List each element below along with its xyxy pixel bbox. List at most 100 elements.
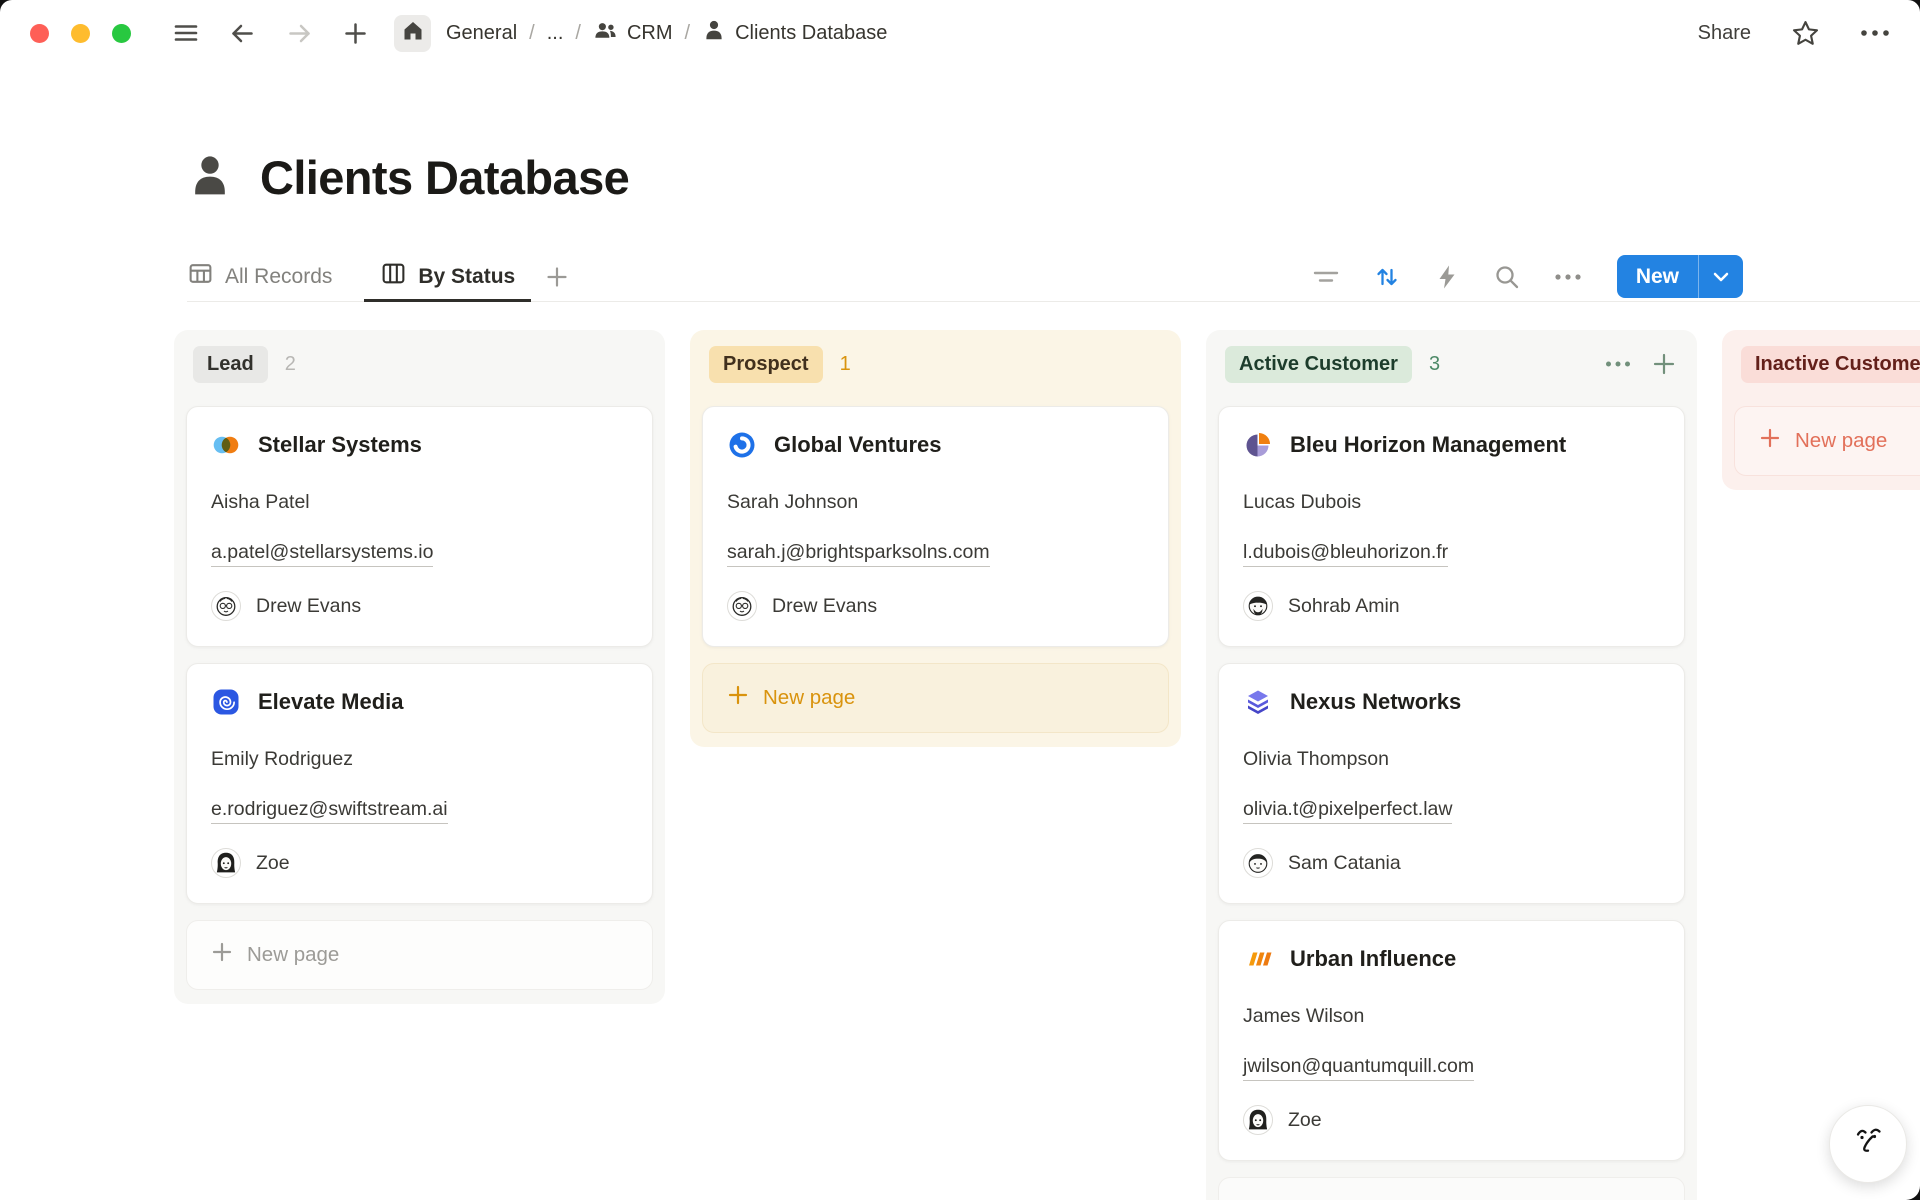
card-contact-name: Aisha Patel bbox=[211, 491, 628, 514]
card-company-name: Urban Influence bbox=[1290, 946, 1456, 972]
filter-icon[interactable] bbox=[1312, 265, 1340, 289]
drew-evans-avatar bbox=[727, 591, 757, 621]
new-page-button[interactable]: New page bbox=[186, 920, 653, 990]
column-more-ellipsis-icon[interactable] bbox=[1605, 359, 1631, 369]
drew-evans-avatar bbox=[211, 591, 241, 621]
new-page-button[interactable]: New page bbox=[1734, 406, 1920, 476]
view-tabs-bar: All Records By Status bbox=[187, 252, 1920, 302]
company-card-urban-influence[interactable]: Urban Influence James Wilson jwilson@qua… bbox=[1218, 920, 1685, 1161]
card-contact-name: Sarah Johnson bbox=[727, 491, 1144, 514]
page-title[interactable]: Clients Database bbox=[260, 150, 629, 205]
card-contact-name: James Wilson bbox=[1243, 1005, 1660, 1028]
card-email-link[interactable]: sarah.j@brightsparksolns.com bbox=[727, 541, 990, 567]
card-company-name: Nexus Networks bbox=[1290, 689, 1461, 715]
card-owner-name: Sam Catania bbox=[1288, 852, 1401, 875]
breadcrumb-item-current[interactable]: Clients Database bbox=[702, 18, 887, 48]
status-badge-inactive-customer: Inactive Customer bbox=[1741, 346, 1920, 383]
plus-icon bbox=[727, 684, 749, 712]
add-view-plus-icon[interactable] bbox=[545, 265, 569, 289]
card-company-name: Global Ventures bbox=[774, 432, 942, 458]
bleu-horizon-logo-icon bbox=[1243, 430, 1273, 460]
column-prospect-header: Prospect 1 bbox=[702, 345, 1169, 383]
elevate-media-logo-icon bbox=[211, 687, 241, 717]
new-tab-plus-icon[interactable] bbox=[343, 21, 368, 46]
close-window-button[interactable] bbox=[30, 24, 49, 43]
board-view-icon bbox=[380, 260, 407, 293]
more-options-icon[interactable] bbox=[1860, 27, 1890, 39]
column-active-customer-count: 3 bbox=[1429, 353, 1440, 376]
global-ventures-logo-icon bbox=[727, 430, 757, 460]
card-email-link[interactable]: a.patel@stellarsystems.io bbox=[211, 541, 433, 567]
back-icon[interactable] bbox=[229, 20, 256, 47]
search-icon[interactable] bbox=[1493, 263, 1521, 291]
card-owner-name: Zoe bbox=[1288, 1109, 1322, 1132]
breadcrumb-ellipsis[interactable]: ... bbox=[547, 22, 564, 45]
table-view-icon bbox=[187, 260, 214, 293]
card-email-link[interactable]: e.rodriguez@swiftstream.ai bbox=[211, 798, 448, 824]
favorite-star-icon[interactable] bbox=[1791, 19, 1820, 48]
breadcrumb-separator: / bbox=[529, 22, 535, 45]
chevron-down-icon[interactable] bbox=[1699, 255, 1743, 298]
home-button[interactable] bbox=[394, 15, 431, 52]
sidebar-toggle-icon[interactable] bbox=[173, 20, 199, 46]
column-active-customer: Active Customer 3 Bleu Horizon Mana bbox=[1206, 330, 1697, 1200]
new-page-button[interactable]: New page bbox=[702, 663, 1169, 733]
breadcrumb-separator: / bbox=[575, 22, 581, 45]
tab-by-status[interactable]: By Status bbox=[364, 252, 531, 302]
column-lead: Lead 2 Stellar Systems Aisha Patel a.pat… bbox=[174, 330, 665, 1004]
nexus-networks-logo-icon bbox=[1243, 687, 1273, 717]
company-card-global-ventures[interactable]: Global Ventures Sarah Johnson sarah.j@br… bbox=[702, 406, 1169, 647]
app-window: General / ... / CRM / Clients Database S… bbox=[0, 0, 1920, 1200]
card-email-link[interactable]: l.dubois@bleuhorizon.fr bbox=[1243, 541, 1448, 567]
new-page-button-partial[interactable] bbox=[1218, 1177, 1685, 1200]
breadcrumb-separator: / bbox=[685, 22, 691, 45]
zoom-window-button[interactable] bbox=[112, 24, 131, 43]
automation-lightning-icon[interactable] bbox=[1434, 263, 1460, 291]
column-lead-header: Lead 2 bbox=[186, 345, 653, 383]
breadcrumb-item-crm[interactable]: CRM bbox=[593, 18, 673, 49]
team-icon bbox=[593, 18, 618, 49]
status-badge-prospect: Prospect bbox=[709, 346, 823, 383]
ai-assistant-button[interactable] bbox=[1829, 1105, 1907, 1183]
card-contact-name: Lucas Dubois bbox=[1243, 491, 1660, 514]
sort-icon[interactable] bbox=[1373, 263, 1401, 291]
company-card-elevate-media[interactable]: Elevate Media Emily Rodriguez e.rodrigue… bbox=[186, 663, 653, 904]
column-prospect-count: 1 bbox=[840, 353, 851, 376]
card-owner-name: Sohrab Amin bbox=[1288, 595, 1400, 618]
breadcrumb-item-general[interactable]: General bbox=[446, 22, 517, 45]
company-card-nexus-networks[interactable]: Nexus Networks Olivia Thompson olivia.t@… bbox=[1218, 663, 1685, 904]
company-card-stellar-systems[interactable]: Stellar Systems Aisha Patel a.patel@stel… bbox=[186, 406, 653, 647]
kanban-board: Lead 2 Stellar Systems Aisha Patel a.pat… bbox=[174, 330, 1920, 1200]
company-card-bleu-horizon[interactable]: Bleu Horizon Management Lucas Dubois l.d… bbox=[1218, 406, 1685, 647]
card-owner-name: Drew Evans bbox=[772, 595, 877, 618]
breadcrumb: General / ... / CRM / Clients Database bbox=[446, 18, 887, 49]
card-email-link[interactable]: olivia.t@pixelperfect.law bbox=[1243, 798, 1452, 824]
column-active-customer-header: Active Customer 3 bbox=[1218, 345, 1685, 383]
column-inactive-customer: Inactive Customer New page bbox=[1722, 330, 1920, 490]
minimize-window-button[interactable] bbox=[71, 24, 90, 43]
card-company-name: Stellar Systems bbox=[258, 432, 422, 458]
card-company-name: Elevate Media bbox=[258, 689, 404, 715]
traffic-lights bbox=[30, 24, 131, 43]
card-email-link[interactable]: jwilson@quantumquill.com bbox=[1243, 1055, 1474, 1081]
view-more-ellipsis-icon[interactable] bbox=[1554, 272, 1582, 282]
tab-all-records[interactable]: All Records bbox=[187, 252, 332, 302]
card-owner-name: Drew Evans bbox=[256, 595, 361, 618]
status-badge-lead: Lead bbox=[193, 346, 268, 383]
forward-icon[interactable] bbox=[286, 20, 313, 47]
card-contact-name: Olivia Thompson bbox=[1243, 748, 1660, 771]
card-company-name: Bleu Horizon Management bbox=[1290, 432, 1566, 458]
zoe-avatar bbox=[211, 848, 241, 878]
ai-face-icon bbox=[1846, 1120, 1890, 1169]
sohrab-amin-avatar bbox=[1243, 591, 1273, 621]
topbar: General / ... / CRM / Clients Database S… bbox=[0, 0, 1920, 66]
sam-catania-avatar bbox=[1243, 848, 1273, 878]
column-add-plus-icon[interactable] bbox=[1652, 352, 1676, 376]
card-contact-name: Emily Rodriguez bbox=[211, 748, 628, 771]
stellar-systems-logo-icon bbox=[211, 430, 241, 460]
zoe-avatar bbox=[1243, 1105, 1273, 1135]
urban-influence-logo-icon bbox=[1243, 944, 1273, 974]
share-button[interactable]: Share bbox=[1698, 22, 1751, 45]
new-button[interactable]: New bbox=[1617, 255, 1743, 298]
person-icon bbox=[702, 18, 726, 48]
